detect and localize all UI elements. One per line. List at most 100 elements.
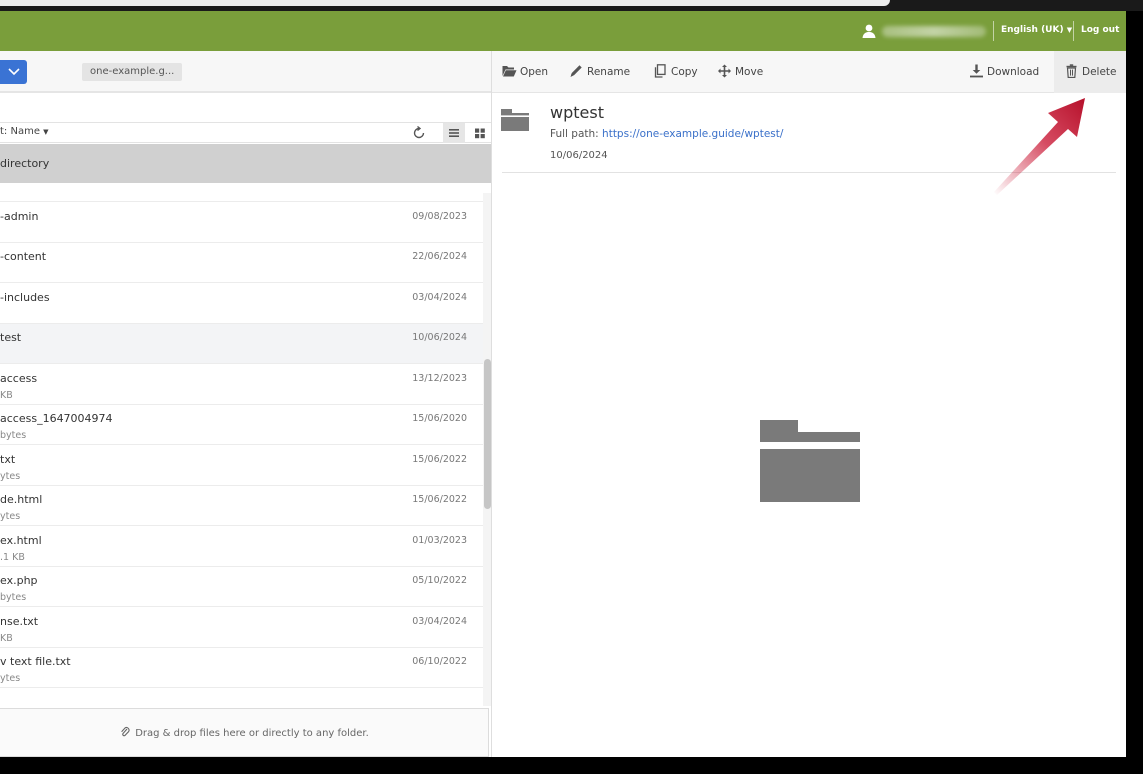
file-name: access_1647004974	[0, 412, 113, 425]
open-button[interactable]: Open	[502, 64, 548, 80]
download-label: Download	[987, 66, 1040, 78]
sort-label: t: Name	[0, 126, 40, 137]
file-row[interactable]: txt ytes 15/06/2022	[0, 446, 483, 486]
file-row[interactable]: nmeluck03/05/2022	[0, 183, 483, 202]
user-name-redacted	[882, 26, 986, 37]
logout-link[interactable]: Log out	[1081, 25, 1119, 35]
file-name: -content	[0, 250, 47, 263]
file-date: 03/04/2024	[412, 292, 467, 303]
download-icon	[970, 64, 983, 78]
paperclip-icon	[121, 727, 130, 737]
file-date: 09/08/2023	[412, 211, 467, 222]
file-date: 06/10/2022	[412, 656, 467, 667]
file-row[interactable]: v text file.txt ytes 06/10/2022	[0, 648, 483, 688]
dropzone-text: Drag & drop files here or directly to an…	[135, 728, 369, 739]
file-actions-toolbar: Open Rename Copy Move Download Delete	[492, 51, 1126, 93]
file-row[interactable]: ex.php bytes 05/10/2022	[0, 567, 483, 607]
open-label: Open	[520, 66, 549, 78]
file-name: -includes	[0, 291, 50, 304]
upload-dropzone[interactable]: Drag & drop files here or directly to an…	[0, 708, 489, 757]
file-date: 03/04/2024	[412, 616, 467, 627]
file-manager-window: English (UK) ▼ Log out one-example.g... …	[0, 11, 1126, 757]
grid-view-icon	[475, 128, 485, 139]
chevron-down-icon	[8, 68, 20, 76]
file-size: ytes	[0, 471, 21, 482]
file-date: 15/06/2022	[412, 494, 467, 505]
file-size: bytes	[0, 592, 27, 603]
grid-view-button[interactable]	[469, 123, 491, 143]
file-size: bytes	[0, 430, 27, 441]
sort-bar: t: Name ▼	[0, 122, 492, 143]
refresh-icon[interactable]	[411, 125, 427, 141]
rename-button[interactable]: Rename	[569, 64, 630, 80]
file-date: 13/12/2023	[412, 373, 467, 384]
selected-item-name: wptest	[550, 103, 604, 122]
move-button[interactable]: Move	[717, 64, 763, 80]
file-name: txt	[0, 453, 16, 466]
delete-button[interactable]: Delete	[1064, 64, 1117, 80]
file-name: access	[0, 372, 38, 385]
file-name: nse.txt	[0, 615, 39, 628]
move-icon	[718, 64, 731, 78]
dropzone-hint: Drag & drop files here or directly to an…	[0, 726, 489, 739]
file-name: ex.php	[0, 574, 38, 587]
navigation-dropdown-button[interactable]	[0, 60, 27, 84]
copy-label: Copy	[671, 66, 698, 78]
selected-item-path: Full path: https://one-example.guide/wpt…	[550, 128, 783, 140]
file-row[interactable]: ex.html .1 KB 01/03/2023	[0, 527, 483, 567]
language-label: English (UK)	[1001, 25, 1064, 35]
copy-icon	[654, 64, 666, 78]
details-divider	[502, 172, 1116, 173]
file-row[interactable]: test 10/06/2024	[0, 324, 483, 364]
file-row[interactable]: -includes 03/04/2024	[0, 284, 483, 324]
copy-button[interactable]: Copy	[653, 64, 698, 80]
file-date: 05/10/2022	[412, 575, 467, 586]
file-size: KB	[0, 390, 13, 401]
move-label: Move	[735, 66, 764, 78]
screenshot: English (UK) ▼ Log out one-example.g... …	[0, 0, 1143, 774]
file-name: test	[0, 331, 22, 344]
full-path-link[interactable]: https://one-example.guide/wptest/	[602, 128, 783, 140]
file-row[interactable]: nse.txt KB 03/04/2024	[0, 608, 483, 648]
list-view-button[interactable]	[443, 123, 465, 143]
parent-directory-label: directory	[0, 157, 50, 170]
file-list: nmeluck03/05/2022 -admin 09/08/2023 -conten…	[0, 183, 483, 699]
file-name: -admin	[0, 210, 39, 223]
file-date: 01/03/2023	[412, 535, 467, 546]
file-date: 10/06/2024	[412, 332, 467, 343]
file-name: de.html	[0, 493, 43, 506]
download-button[interactable]: Download	[969, 64, 1039, 80]
pencil-icon	[570, 65, 582, 77]
trash-icon	[1066, 64, 1077, 79]
user-icon	[862, 24, 876, 38]
scrollbar-thumb[interactable]	[484, 359, 491, 509]
file-size: ytes	[0, 511, 21, 522]
rename-label: Rename	[587, 66, 631, 78]
parent-directory-row[interactable]: directory	[0, 144, 492, 183]
file-row[interactable]: de.html ytes 15/06/2022	[0, 486, 483, 526]
file-date: 22/06/2024	[412, 251, 467, 262]
file-size: .1 KB	[0, 552, 25, 563]
pane-divider[interactable]	[491, 51, 492, 757]
file-date: 15/06/2020	[412, 413, 467, 424]
file-row[interactable]: -admin 09/08/2023	[0, 203, 483, 243]
pointer-arrow-icon	[994, 98, 1085, 195]
current-path-chip[interactable]: one-example.g...	[82, 63, 183, 81]
address-bar-edge	[0, 0, 890, 6]
language-select[interactable]: English (UK) ▼	[1001, 25, 1072, 35]
folder-icon	[501, 109, 529, 131]
folder-icon	[760, 420, 860, 502]
browser-top-strip	[0, 0, 1143, 11]
list-view-icon	[449, 129, 459, 137]
delete-label: Delete	[1082, 66, 1117, 78]
file-row[interactable]: access_1647004974bytes 15/06/2020	[0, 405, 483, 445]
file-row[interactable]: access KB 13/12/2023	[0, 365, 483, 405]
file-date: 15/06/2022	[412, 454, 467, 465]
sort-by-name-dropdown[interactable]: t: Name ▼	[0, 126, 49, 137]
file-size: ytes	[0, 673, 21, 684]
left-toolbar: one-example.g...	[0, 51, 492, 93]
file-row[interactable]: -content 22/06/2024	[0, 243, 483, 283]
caret-down-icon: ▼	[43, 128, 49, 136]
header-separator	[993, 21, 994, 41]
file-name: v text file.txt	[0, 655, 71, 668]
